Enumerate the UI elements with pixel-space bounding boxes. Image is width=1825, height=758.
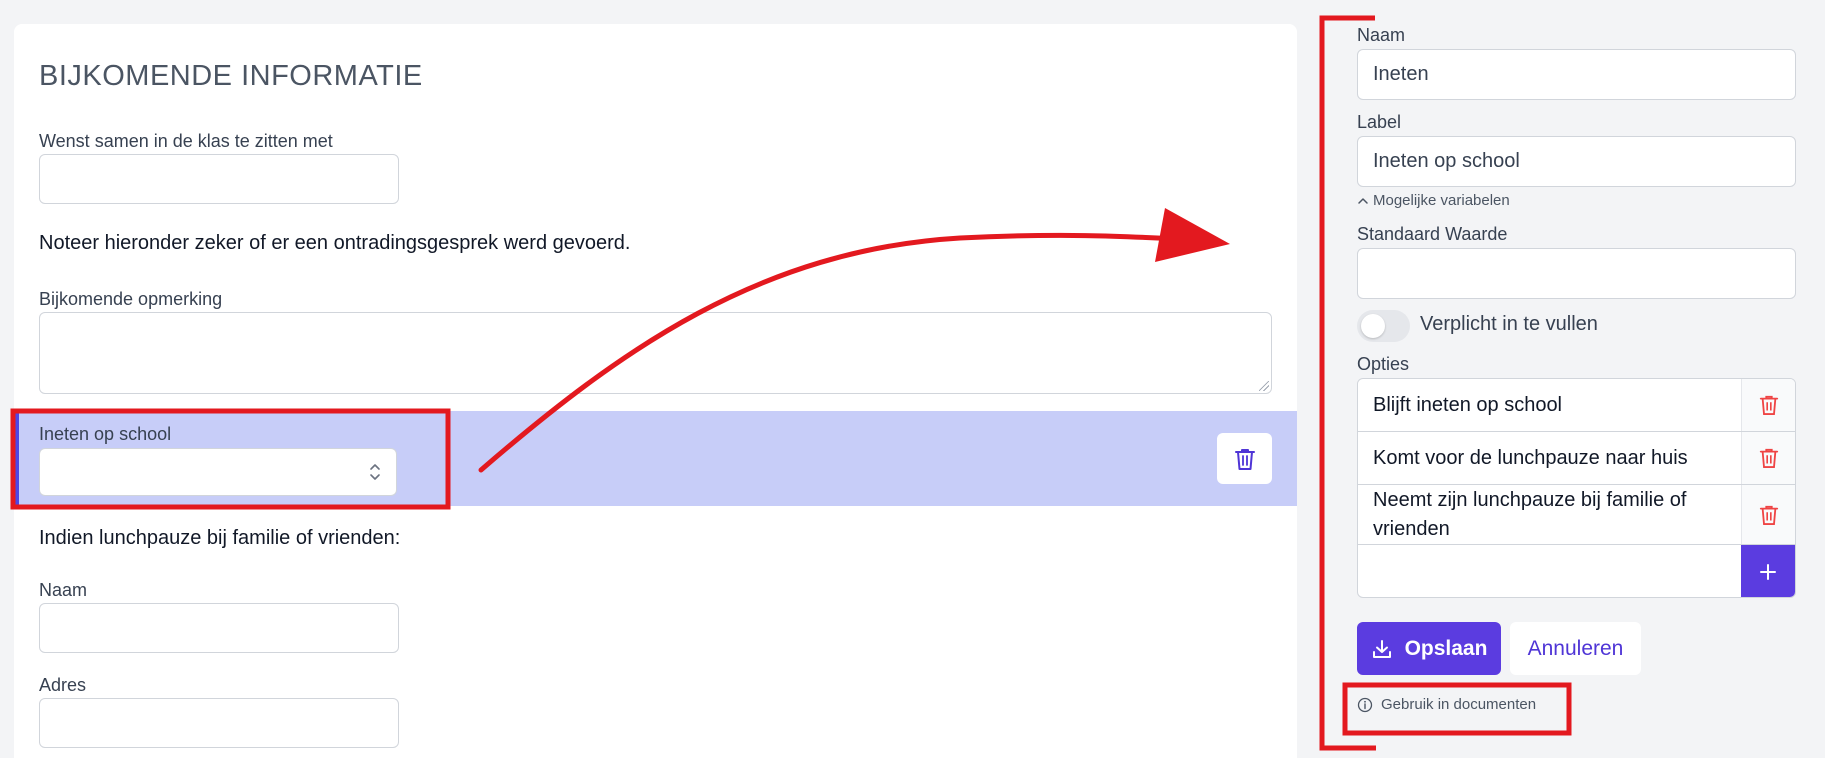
plus-icon (1760, 564, 1776, 580)
field-name-label: Naam (1357, 25, 1406, 45)
documents-link-label: Gebruik in documenten (1381, 696, 1537, 713)
delete-option-button[interactable] (1741, 485, 1795, 544)
download-icon (1372, 639, 1391, 658)
trash-icon (1234, 448, 1255, 470)
required-label: Verplicht in te vullen (1420, 313, 1598, 335)
variables-toggle[interactable]: Mogelijke variabelen (1357, 192, 1510, 209)
section-title: BIJKOMENDE INFORMATIE (39, 60, 423, 92)
option-text[interactable]: Blijft ineten op school (1373, 391, 1753, 420)
lunch-label: Ineten op school (39, 424, 172, 444)
save-button[interactable]: Opslaan (1357, 622, 1501, 675)
default-value-label: Standaard Waarde (1357, 224, 1508, 244)
field-label-label: Label (1357, 112, 1402, 132)
family-name-label: Naam (39, 580, 88, 600)
chevron-up-icon (1358, 197, 1368, 204)
options-list: Blijft ineten op school Komt voor de lun… (1357, 378, 1796, 598)
field-label-input[interactable]: Ineten op school (1357, 136, 1796, 187)
trash-icon (1759, 395, 1778, 415)
select-chevron-icon (370, 464, 380, 480)
option-row: Blijft ineten op school (1358, 379, 1795, 432)
trash-icon (1759, 505, 1778, 525)
family-heading: Indien lunchpauze bij familie of vriende… (39, 527, 401, 549)
delete-option-button[interactable] (1741, 379, 1795, 431)
info-icon (1357, 697, 1373, 712)
save-label: Opslaan (1404, 636, 1488, 660)
field-name-input[interactable]: Ineten (1357, 49, 1796, 100)
option-row: Neemt zijn lunchpauze bij familie of vri… (1358, 485, 1795, 545)
required-toggle[interactable] (1357, 310, 1410, 342)
together-input[interactable] (39, 154, 399, 204)
note-text: Noteer hieronder zeker of er een ontradi… (39, 232, 631, 254)
address-input[interactable] (39, 698, 399, 748)
variables-hint-label: Mogelijke variabelen (1373, 192, 1510, 209)
remark-label: Bijkomende opmerking (39, 289, 223, 309)
remark-textarea[interactable] (39, 312, 1272, 394)
cancel-button[interactable]: Annuleren (1510, 622, 1641, 675)
options-label: Opties (1357, 354, 1410, 374)
documents-link[interactable]: Gebruik in documenten (1357, 696, 1536, 713)
family-name-input[interactable] (39, 603, 399, 653)
default-value-input[interactable] (1357, 248, 1796, 299)
delete-field-button[interactable] (1217, 433, 1272, 484)
lunch-select[interactable] (39, 448, 397, 496)
option-text[interactable]: Neemt zijn lunchpauze bij familie of vri… (1373, 486, 1753, 544)
add-option-button[interactable] (1741, 545, 1795, 597)
trash-icon (1759, 448, 1778, 468)
option-row: Komt voor de lunchpauze naar huis (1358, 432, 1795, 485)
together-label: Wenst samen in de klas te zitten met (39, 131, 333, 151)
resize-handle[interactable] (1259, 381, 1269, 391)
delete-option-button[interactable] (1741, 432, 1795, 484)
option-text[interactable]: Komt voor de lunchpauze naar huis (1373, 444, 1753, 473)
toggle-knob (1361, 314, 1385, 338)
new-option-row (1358, 545, 1795, 597)
address-label: Adres (39, 675, 87, 695)
